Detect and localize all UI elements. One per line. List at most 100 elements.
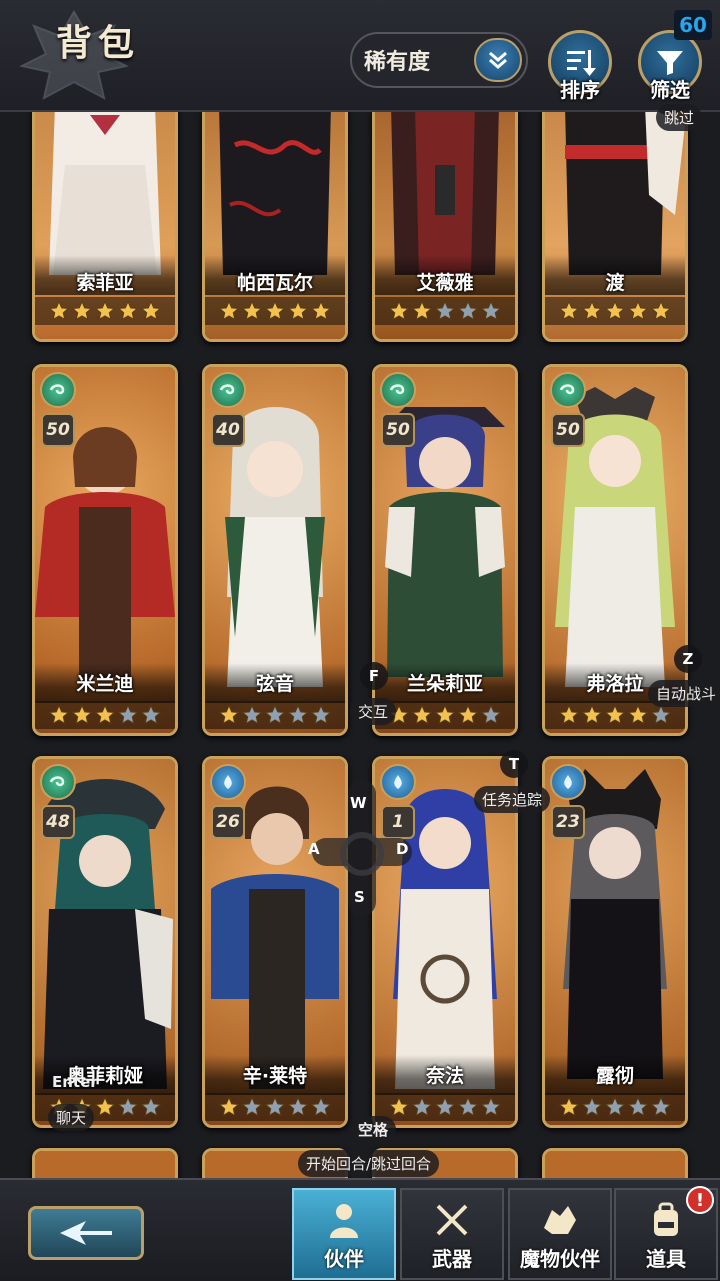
tab-monster-partner-label: 魔物伙伴 [520,1247,600,1271]
gold-star-icon [604,300,626,321]
partner-bust-icon [330,1204,358,1238]
gray-star-icon [411,1096,433,1117]
space-key[interactable]: 空格 [350,1116,397,1143]
sort-button-label: 排序 [560,78,600,102]
chat-hint[interactable]: 聊天 [48,1104,95,1131]
star-rating [205,1093,345,1121]
level-badge: 50 [41,413,75,447]
turn-hint[interactable]: 开始回合/跳过回合 [298,1150,440,1177]
gold-star-icon [117,300,139,321]
level-badge: 40 [211,413,245,447]
partner-card[interactable] [542,1148,688,1178]
chevron-double-down-icon[interactable] [474,38,522,82]
partner-card[interactable]: 索菲亚 [32,112,178,342]
interact-hint[interactable]: 交互 [350,698,397,725]
chat-key[interactable]: Enter [44,1070,106,1094]
sort-select-value: 稀有度 [364,50,431,75]
water-element-icon [210,764,246,800]
tab-partner[interactable]: 伙伴 [292,1188,396,1280]
back-arrow-icon [60,1221,112,1245]
gold-star-icon [434,704,456,725]
level-badge: 50 [551,413,585,447]
quest-track-key[interactable]: T [500,750,528,778]
sort-button[interactable]: 排序 [548,30,612,102]
gold-star-icon [71,704,93,725]
gold-star-icon [457,704,479,725]
wind-element-icon [40,764,76,800]
star-rating [205,701,345,729]
dragon-head-icon [544,1206,576,1234]
gray-star-icon [310,1096,332,1117]
partner-name: 米兰迪 [76,673,134,695]
gray-star-icon [241,704,263,725]
gold-star-icon [140,300,162,321]
dpad-right-key[interactable]: D [396,840,408,858]
dpad-left-key[interactable]: A [308,840,320,858]
dpad-up-key[interactable]: W [350,794,367,812]
sort-select[interactable]: 稀有度 [350,32,528,88]
movement-dpad[interactable]: W A D S [308,780,412,916]
gray-star-icon [650,704,672,725]
partner-grid[interactable]: 索菲亚 帕西瓦尔 艾薇雅 渡 50 米兰迪 40 弦音 50 兰朵莉亚 50 弗… [0,112,720,1178]
gray-star-icon [581,1096,603,1117]
gray-star-icon [457,300,479,321]
dpad-center-ring [340,832,384,876]
gold-star-icon [388,1096,410,1117]
partner-name: 渡 [605,272,625,294]
star-rating [35,297,175,325]
partner-name: 露彻 [595,1065,634,1087]
tab-items[interactable]: 道具 ! [614,1186,718,1280]
star-rating [205,297,345,325]
gold-star-icon [558,300,580,321]
tab-weapons[interactable]: 武器 [400,1188,504,1280]
wind-element-icon [40,372,76,408]
partner-name: 弦音 [255,673,294,695]
gray-star-icon [140,704,162,725]
partner-card[interactable]: 50 兰朵莉亚 [372,364,518,736]
gold-star-icon [558,704,580,725]
interact-key[interactable]: F [360,662,388,690]
tab-monster-partner[interactable]: 魔物伙伴 [508,1188,612,1280]
gray-star-icon [480,1096,502,1117]
tab-partner-label: 伙伴 [324,1247,364,1271]
gold-star-icon [218,300,240,321]
gray-star-icon [604,1096,626,1117]
partner-card[interactable] [32,1148,178,1178]
partner-card[interactable]: 23 露彻 [542,756,688,1128]
gold-star-icon [94,704,116,725]
backpack-icon [654,1202,678,1236]
partner-name: 艾薇雅 [416,272,474,294]
bottom-nav: 伙伴 武器 魔物伙伴 道具 ! [0,1178,720,1281]
auto-battle-key[interactable]: Z [674,645,702,673]
gray-star-icon [434,1096,456,1117]
crossed-swords-icon [436,1204,468,1236]
star-rating [545,297,685,325]
dpad-down-key[interactable]: S [354,888,365,906]
gold-star-icon [558,1096,580,1117]
partner-name: 索菲亚 [76,272,134,294]
partner-card[interactable]: 50 米兰迪 [32,364,178,736]
back-button[interactable] [28,1206,144,1260]
water-element-icon [550,764,586,800]
wind-element-icon [380,372,416,408]
page-title: 背包 [56,22,141,64]
quest-track-hint[interactable]: 任务追踪 [474,786,551,813]
gray-star-icon [140,1096,162,1117]
auto-battle-hint[interactable]: 自动战斗 [648,680,720,707]
partner-card[interactable]: 渡 [542,112,688,342]
star-rating [35,701,175,729]
tab-items-label: 道具 [646,1247,686,1271]
partner-card[interactable]: 40 弦音 [202,364,348,736]
gold-star-icon [48,704,70,725]
star-rating [375,701,515,729]
star-rating [375,1093,515,1121]
skip-hint[interactable]: 跳过 [656,104,703,131]
gray-star-icon [434,300,456,321]
gray-star-icon [241,1096,263,1117]
partner-card[interactable]: 艾薇雅 [372,112,518,342]
gray-star-icon [480,300,502,321]
partner-card[interactable]: 帕西瓦尔 [202,112,348,342]
partner-name: 奈法 [425,1065,464,1087]
partner-name: 辛·莱特 [242,1065,308,1087]
gray-star-icon [117,704,139,725]
